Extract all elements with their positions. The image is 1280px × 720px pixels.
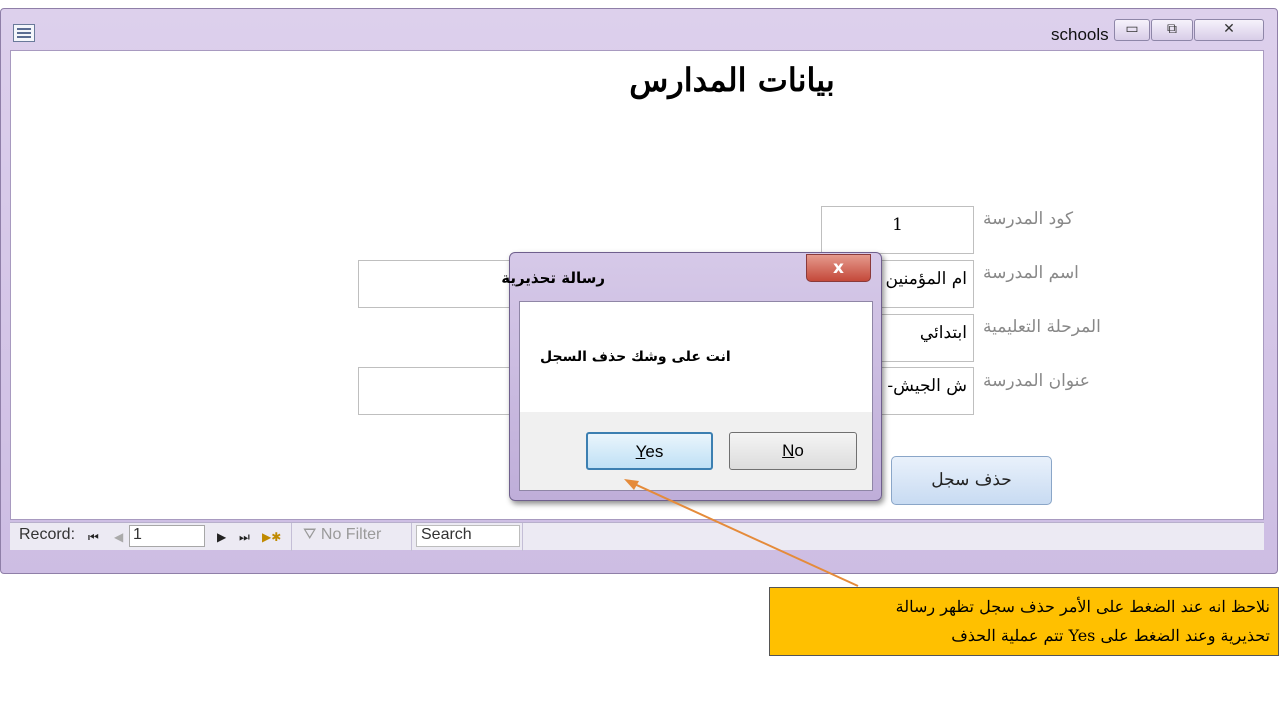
- annotation-line-1: نلاحظ انه عند الضغط على الأمر حذف سجل تظ…: [895, 597, 1270, 616]
- annotation-line-2: تحذيرية وعند الضغط على Yes تتم عملية الح…: [951, 626, 1270, 645]
- annotation-note: نلاحظ انه عند الضغط على الأمر حذف سجل تظ…: [769, 587, 1279, 656]
